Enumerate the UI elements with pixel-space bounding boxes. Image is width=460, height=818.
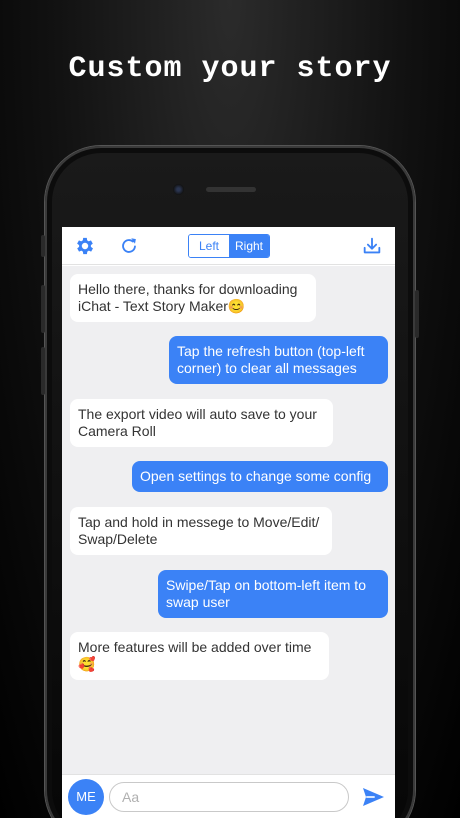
toolbar: Left Right [62, 227, 395, 265]
message-input[interactable] [109, 782, 349, 812]
message-bubble-incoming[interactable]: Tap and hold in messege to Move/Edit/ Sw… [70, 507, 332, 555]
refresh-icon[interactable] [118, 235, 140, 257]
front-camera [173, 184, 184, 195]
app-screen: Left Right Hello there, thanks for downl… [62, 227, 395, 818]
segment-left[interactable]: Left [189, 235, 229, 257]
composer-bar: ME [62, 774, 395, 818]
earpiece-speaker [206, 187, 256, 192]
download-icon[interactable] [361, 235, 383, 257]
user-switch-avatar[interactable]: ME [68, 779, 104, 815]
headline: Custom your story [68, 52, 392, 86]
message-bubble-outgoing[interactable]: Tap the refresh button (top-left corner)… [169, 336, 388, 384]
message-bubble-incoming[interactable]: Hello there, thanks for downloading iCha… [70, 274, 316, 322]
phone-power-button [415, 290, 419, 338]
chat-area[interactable]: Hello there, thanks for downloading iCha… [62, 266, 395, 774]
message-bubble-outgoing[interactable]: Open settings to change some config [132, 461, 388, 492]
phone-volume-down [41, 347, 45, 395]
send-icon[interactable] [360, 785, 386, 809]
gear-icon[interactable] [74, 235, 96, 257]
phone-volume-up [41, 285, 45, 333]
message-bubble-incoming[interactable]: The export video will auto save to your … [70, 399, 333, 447]
message-bubble-incoming[interactable]: More features will be added over time 🥰 [70, 632, 329, 680]
phone-silent-switch [41, 235, 45, 257]
side-segmented-control[interactable]: Left Right [188, 234, 270, 258]
segment-right[interactable]: Right [229, 235, 269, 257]
message-bubble-outgoing[interactable]: Swipe/Tap on bottom-left item to swap us… [158, 570, 388, 618]
